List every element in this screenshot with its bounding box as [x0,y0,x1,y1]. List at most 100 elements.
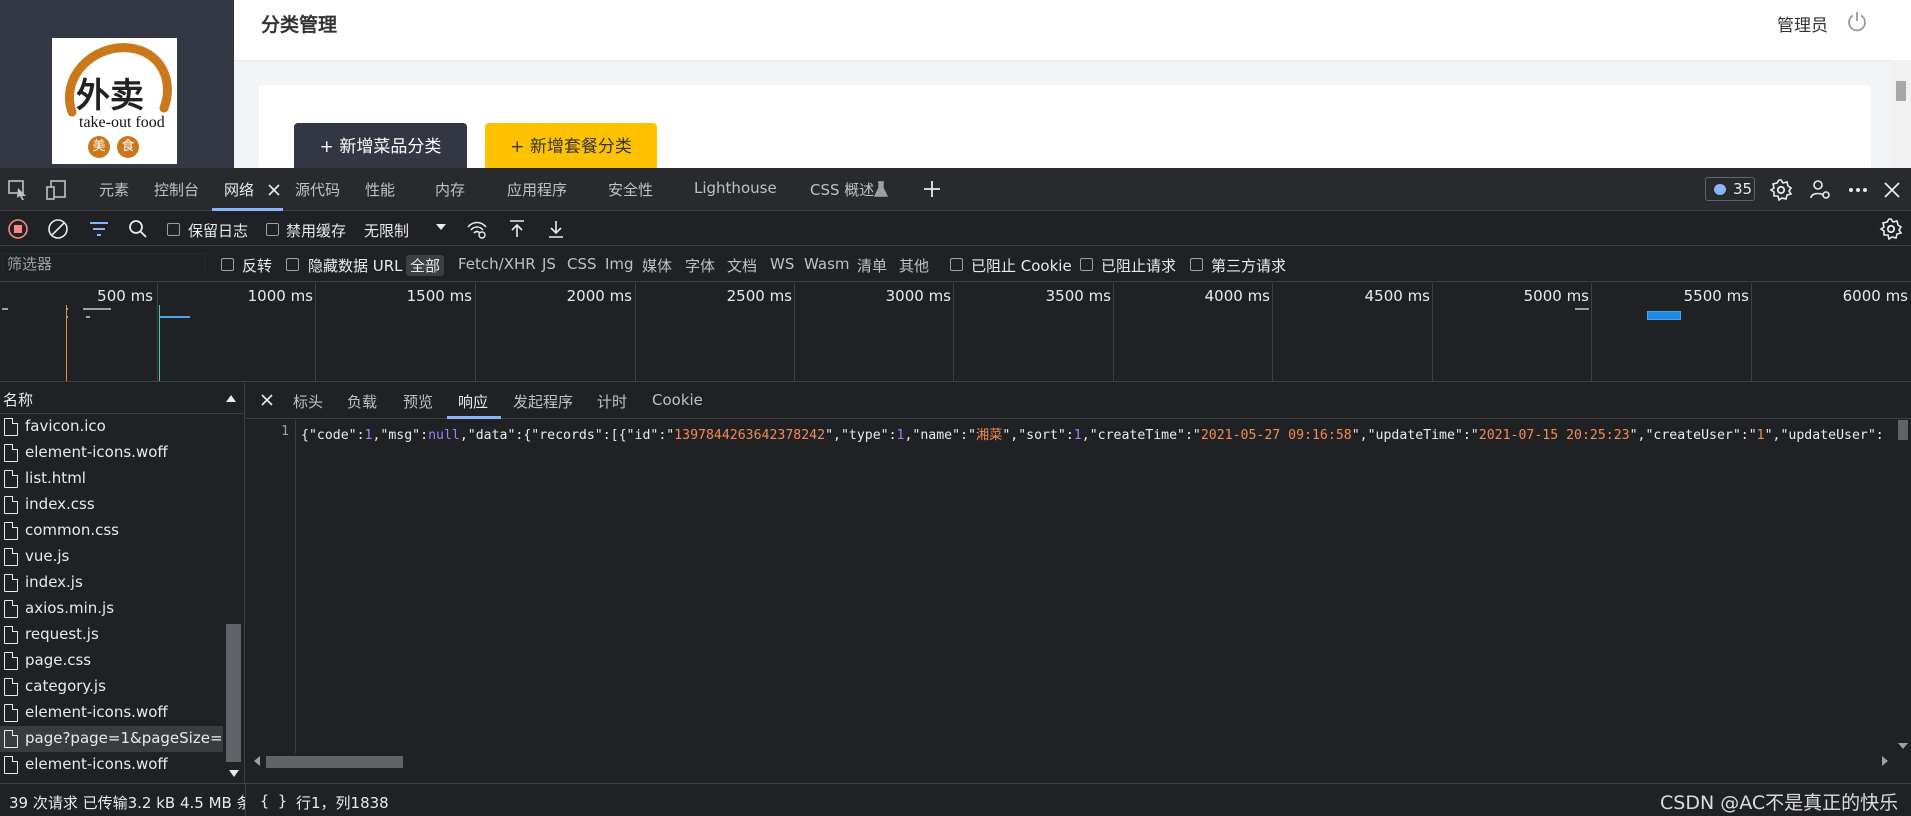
logout-power-icon[interactable] [1846,10,1868,32]
filter-icon[interactable] [87,217,111,241]
tab-application[interactable]: 应用程序 [507,179,567,200]
tab-initiator[interactable]: 发起程序 [513,391,573,412]
request-row[interactable]: request.js [0,622,223,648]
response-vertical-scrollbar-thumb[interactable] [1898,420,1908,440]
tab-console[interactable]: 控制台 [154,179,199,200]
takeout-logo[interactable]: 外卖 take-out food 美 食 [52,38,177,164]
pretty-print-button[interactable]: { } [260,792,287,810]
request-list-scrollbar[interactable] [224,414,244,783]
scroll-down-arrow-icon[interactable] [1898,743,1908,749]
import-har-upload-icon[interactable] [505,217,529,241]
tab-cookies[interactable]: Cookie [652,391,703,409]
preserve-log-checkbox[interactable] [167,223,180,236]
request-row[interactable]: index.css [0,492,223,518]
tab-sources[interactable]: 源代码 [295,179,340,200]
filter-type-other[interactable]: 其他 [899,255,929,276]
add-set-category-button[interactable]: + 新增套餐分类 [485,123,657,168]
request-row[interactable]: element-icons.woff [0,700,223,726]
inspect-element-icon[interactable] [6,178,30,202]
tab-timing[interactable]: 计时 [597,391,627,412]
tab-memory[interactable]: 内存 [435,179,465,200]
tab-security[interactable]: 安全性 [608,179,653,200]
filter-input[interactable]: 筛选器 [2,253,205,275]
request-row[interactable]: element-icons.woff [0,752,223,778]
response-json-line[interactable]: {"code":1,"msg":null,"data":{"records":[… [301,424,1885,443]
request-row-selected[interactable]: page?page=1&pageSize=10 [0,726,242,752]
scroll-right-arrow-icon[interactable] [1882,756,1888,766]
close-tab-icon[interactable] [262,178,286,202]
network-conditions-wifi-icon[interactable] [465,217,489,241]
third-party-checkbox[interactable] [1190,258,1203,271]
tab-response[interactable]: 响应 [458,391,488,412]
filter-type-media[interactable]: 媒体 [642,255,672,276]
timeline-request-bar [1575,308,1589,310]
close-devtools-icon[interactable] [1880,178,1904,202]
timeline-request-bar [86,316,90,318]
request-row[interactable]: axios.min.js [0,596,223,622]
sort-ascending-icon[interactable] [226,395,236,402]
response-horizontal-scrollbar[interactable] [246,753,1895,769]
line-number-gutter: 1 [246,420,296,753]
blocked-requests-checkbox[interactable] [1080,258,1093,271]
tab-css-overview[interactable]: CSS 概述 [810,179,874,200]
issues-count: 35 [1733,180,1753,198]
add-dish-category-button[interactable]: + 新增菜品分类 [294,123,467,168]
filter-type-ws[interactable]: WS [770,255,794,273]
request-row[interactable]: index.js [0,570,223,596]
scroll-left-arrow-icon[interactable] [254,756,260,766]
tab-payload[interactable]: 负载 [347,391,377,412]
disable-cache-checkbox[interactable] [266,223,279,236]
page-scrollbar-thumb[interactable] [1896,81,1906,101]
export-har-download-icon[interactable] [544,217,568,241]
request-row[interactable]: common.css [0,518,223,544]
scroll-down-arrow-icon[interactable] [229,770,239,777]
more-options-icon[interactable] [1846,178,1870,202]
request-name: page.css [25,651,92,669]
tab-performance[interactable]: 性能 [365,179,395,200]
filter-type-fetch-xhr[interactable]: Fetch/XHR [458,255,536,273]
invert-checkbox[interactable] [221,258,234,271]
tick-3000: 3000 ms [885,287,951,305]
response-horizontal-scrollbar-thumb[interactable] [266,756,403,768]
request-list-scrollbar-thumb[interactable] [226,624,241,762]
blocked-cookies-label: 已阻止 Cookie [971,257,1072,275]
filter-type-font[interactable]: 字体 [685,255,715,276]
tab-network[interactable]: 网络 [224,179,254,200]
network-timeline-overview[interactable]: 500 ms 1000 ms 1500 ms 2000 ms 2500 ms 3… [0,283,1911,382]
clear-log-icon[interactable] [46,217,70,241]
filter-type-all[interactable]: 全部 [406,255,445,276]
request-row[interactable]: element-icons.woff [0,440,223,466]
tab-preview[interactable]: 预览 [403,391,433,412]
blocked-cookies-checkbox[interactable] [950,258,963,271]
filter-type-manifest[interactable]: 清单 [857,255,887,276]
device-toolbar-icon[interactable] [45,178,69,202]
request-row[interactable]: list.html [0,466,223,492]
more-tabs-plus-icon[interactable] [920,177,944,201]
filter-type-css[interactable]: CSS [567,255,597,273]
filter-type-js[interactable]: JS [542,255,556,273]
response-code-viewer[interactable]: 1 {"code":1,"msg":null,"data":{"records"… [246,420,1911,753]
network-settings-gear-icon[interactable] [1879,217,1903,241]
remote-devices-icon[interactable] [1808,178,1832,202]
search-icon[interactable] [126,217,150,241]
hide-data-urls-checkbox[interactable] [286,258,299,271]
dropdown-arrow-icon[interactable] [433,219,449,235]
throttling-select[interactable]: 无限制 [364,220,409,241]
filter-type-wasm[interactable]: Wasm [804,255,850,273]
response-vertical-scrollbar[interactable] [1895,420,1911,753]
request-row[interactable]: category.js [0,674,223,700]
tab-headers[interactable]: 标头 [293,391,323,412]
close-detail-icon[interactable] [259,392,275,408]
stop-recording-icon[interactable] [6,217,30,241]
filter-type-doc[interactable]: 文档 [727,255,757,276]
request-row[interactable]: page.css [0,648,223,674]
page-scrollbar[interactable] [1891,60,1911,168]
settings-gear-icon[interactable] [1769,178,1793,202]
name-column-header[interactable]: 名称 [0,383,243,414]
tab-elements[interactable]: 元素 [99,179,129,200]
request-row[interactable]: favicon.ico [0,414,223,440]
issues-badge[interactable]: 35 [1705,177,1755,201]
request-row[interactable]: vue.js [0,544,223,570]
filter-type-img[interactable]: Img [605,255,634,273]
tab-lighthouse[interactable]: Lighthouse [694,179,777,197]
